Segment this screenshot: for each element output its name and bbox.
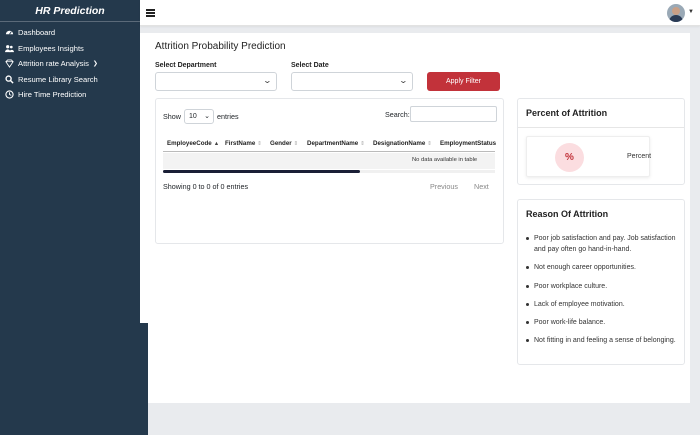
chevron-down-icon: ⌄ [398,76,409,85]
attrition-percent-card: Percent of Attrition % Percent [517,98,685,185]
table-row: No data available in table [163,153,495,169]
page-length-value: 10 [188,113,197,120]
column-header-designationname[interactable]: DesignationName ⇕ [373,140,432,147]
table-scrollbar[interactable] [163,170,360,173]
avatar[interactable] [667,4,685,22]
list-item: Poor work-life balance. [525,317,685,328]
diamond-icon [5,59,14,69]
column-header-gender[interactable]: Gender ⇕ [270,140,298,147]
sidebar-item-label: Attrition rate Analysis [18,59,89,69]
users-icon [5,44,14,53]
percent-label: Percent [627,153,652,160]
search-icon [5,75,14,84]
main-panel-edge [140,33,148,323]
main-content: Attrition Probability Prediction Select … [148,33,690,403]
list-item: Not enough career opportunities. [525,262,685,273]
list-item: Poor workplace culture. [525,281,685,292]
sidebar-item-label: Employees Insights [18,43,84,53]
caret-down-icon[interactable]: ▼ [688,9,694,15]
chevron-down-icon: ⌄ [262,76,273,85]
page-title: Attrition Probability Prediction [155,41,286,52]
sidebar-item-attrition-analysis[interactable]: Attrition rate Analysis ❯ [0,56,140,72]
list-item: Lack of employee motivation. [525,299,685,310]
next-page-button[interactable]: Next [474,182,489,191]
chevron-down-icon: ❯ [92,61,98,68]
sidebar-item-label: Resume Library Search [18,74,98,84]
date-select[interactable]: ⌄ [291,72,413,91]
employee-table-card: Show 10 ⌄ entries Search: EmployeeCode ▲ … [155,98,504,244]
brand-title[interactable]: HR Prediction [0,0,140,22]
column-header-firstname[interactable]: FirstName ⇕ [225,140,262,147]
sidebar-extension [140,323,148,435]
page-length-control: Show 10 ⌄ entries [163,109,239,124]
show-label: Show [163,112,181,121]
empty-message: No data available in table [412,157,478,163]
entries-label: entries [216,112,239,121]
date-label: Select Date [291,62,329,69]
search-label: Search: [385,110,410,119]
attrition-reasons-card: Reason Of Attrition Poor job satisfactio… [517,199,685,365]
sidebar-item-dashboard[interactable]: Dashboard [0,25,140,41]
column-header-employmentstatus[interactable]: EmploymentStatus [440,140,496,147]
dashboard-icon [5,28,14,37]
percent-icon: % [555,143,584,172]
department-label: Select Department [155,62,217,69]
clock-icon [5,90,14,99]
apply-filter-button[interactable]: Apply Filter [427,72,500,91]
top-navbar: ▼ [140,0,700,26]
previous-page-button[interactable]: Previous [430,182,458,191]
divider [518,127,684,128]
list-item: Poor job satisfaction and pay. Job satis… [525,233,685,255]
column-header-employeecode[interactable]: EmployeeCode ▲ [167,140,219,147]
sidebar-nav: Dashboard Employees Insights Attrition r… [0,25,140,103]
sidebar-item-hire-time[interactable]: Hire Time Prediction [0,87,140,103]
reasons-list: Poor job satisfaction and pay. Job satis… [525,233,685,353]
card-title: Reason Of Attrition [526,209,609,219]
list-item: Not fitting in and feeling a sense of be… [525,335,685,346]
sidebar-item-label: Hire Time Prediction [18,90,87,100]
attrition-stat-box: % Percent [526,136,652,177]
sidebar: HR Prediction Dashboard Employees Insigh… [0,0,140,435]
page-length-select[interactable]: 10 ⌄ [183,109,214,124]
sidebar-item-employees-insights[interactable]: Employees Insights [0,41,140,57]
sidebar-item-resume-search[interactable]: Resume Library Search [0,72,140,88]
chevron-down-icon: ⌄ [204,113,210,120]
table-search-input[interactable] [410,106,497,122]
sidebar-item-label: Dashboard [18,28,56,38]
menu-toggle-icon[interactable] [146,9,155,17]
table-header: EmployeeCode ▲ FirstName ⇕ Gender ⇕ Departm… [163,136,496,152]
department-select[interactable]: ⌄ [155,72,277,91]
card-title: Percent of Attrition [526,108,608,118]
column-header-departmentname[interactable]: DepartmentName ⇕ [307,140,365,147]
table-info: Showing 0 to 0 of 0 entries [163,182,249,191]
